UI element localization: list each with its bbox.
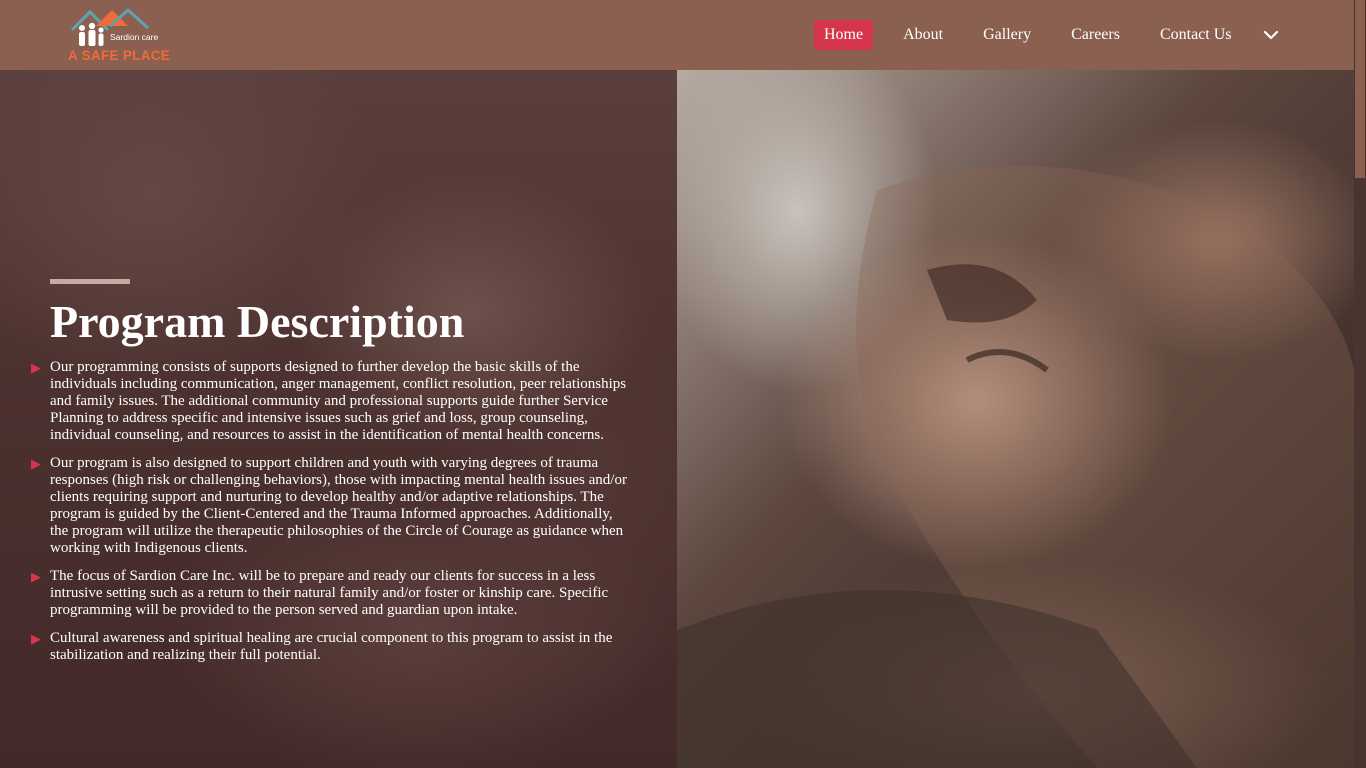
- list-item-text: Our programming consists of supports des…: [50, 359, 627, 443]
- section-title: Program Description: [50, 296, 465, 347]
- nav-gallery[interactable]: Gallery: [973, 20, 1041, 50]
- nav-about[interactable]: About: [893, 20, 953, 50]
- triangle-right-icon: ▶: [31, 569, 41, 584]
- list-item: ▶ Our program is also designed to suppor…: [30, 455, 630, 557]
- right-photo: [677, 70, 1354, 768]
- site-header: Sardion care A SAFE PLACE Home About Gal…: [0, 0, 1354, 70]
- main-nav: Home About Gallery Careers Contact Us: [814, 20, 1280, 50]
- logo[interactable]: Sardion care A SAFE PLACE: [66, 6, 172, 64]
- logo-icon: [70, 7, 150, 46]
- list-item-text: Cultural awareness and spiritual healing…: [50, 630, 613, 663]
- logo-wordmark: A SAFE PLACE: [68, 48, 171, 63]
- nav-contact-us[interactable]: Contact Us: [1150, 20, 1242, 50]
- nav-home[interactable]: Home: [814, 20, 874, 50]
- list-item: ▶ The focus of Sardion Care Inc. will be…: [30, 568, 630, 619]
- list-item: ▶ Cultural awareness and spiritual heali…: [30, 630, 630, 664]
- list-item: ▶ Our programming consists of supports d…: [30, 359, 630, 444]
- nav-careers[interactable]: Careers: [1061, 20, 1130, 50]
- scrollbar-thumb[interactable]: [1355, 0, 1365, 178]
- program-bullets: ▶ Our programming consists of supports d…: [30, 359, 630, 664]
- chevron-down-icon[interactable]: [1262, 26, 1280, 44]
- photo-shading: [677, 166, 1354, 768]
- triangle-right-icon: ▶: [31, 360, 41, 375]
- list-item-text: The focus of Sardion Care Inc. will be t…: [50, 568, 609, 618]
- title-accent-bar: [50, 279, 130, 284]
- program-description-section: Program Description ▶ Our programming co…: [30, 279, 630, 675]
- scrollbar[interactable]: [1354, 0, 1366, 768]
- list-item-text: Our program is also designed to support …: [50, 455, 627, 556]
- logo-subtitle: Sardion care: [110, 32, 159, 42]
- triangle-right-icon: ▶: [31, 631, 41, 646]
- triangle-right-icon: ▶: [31, 456, 41, 471]
